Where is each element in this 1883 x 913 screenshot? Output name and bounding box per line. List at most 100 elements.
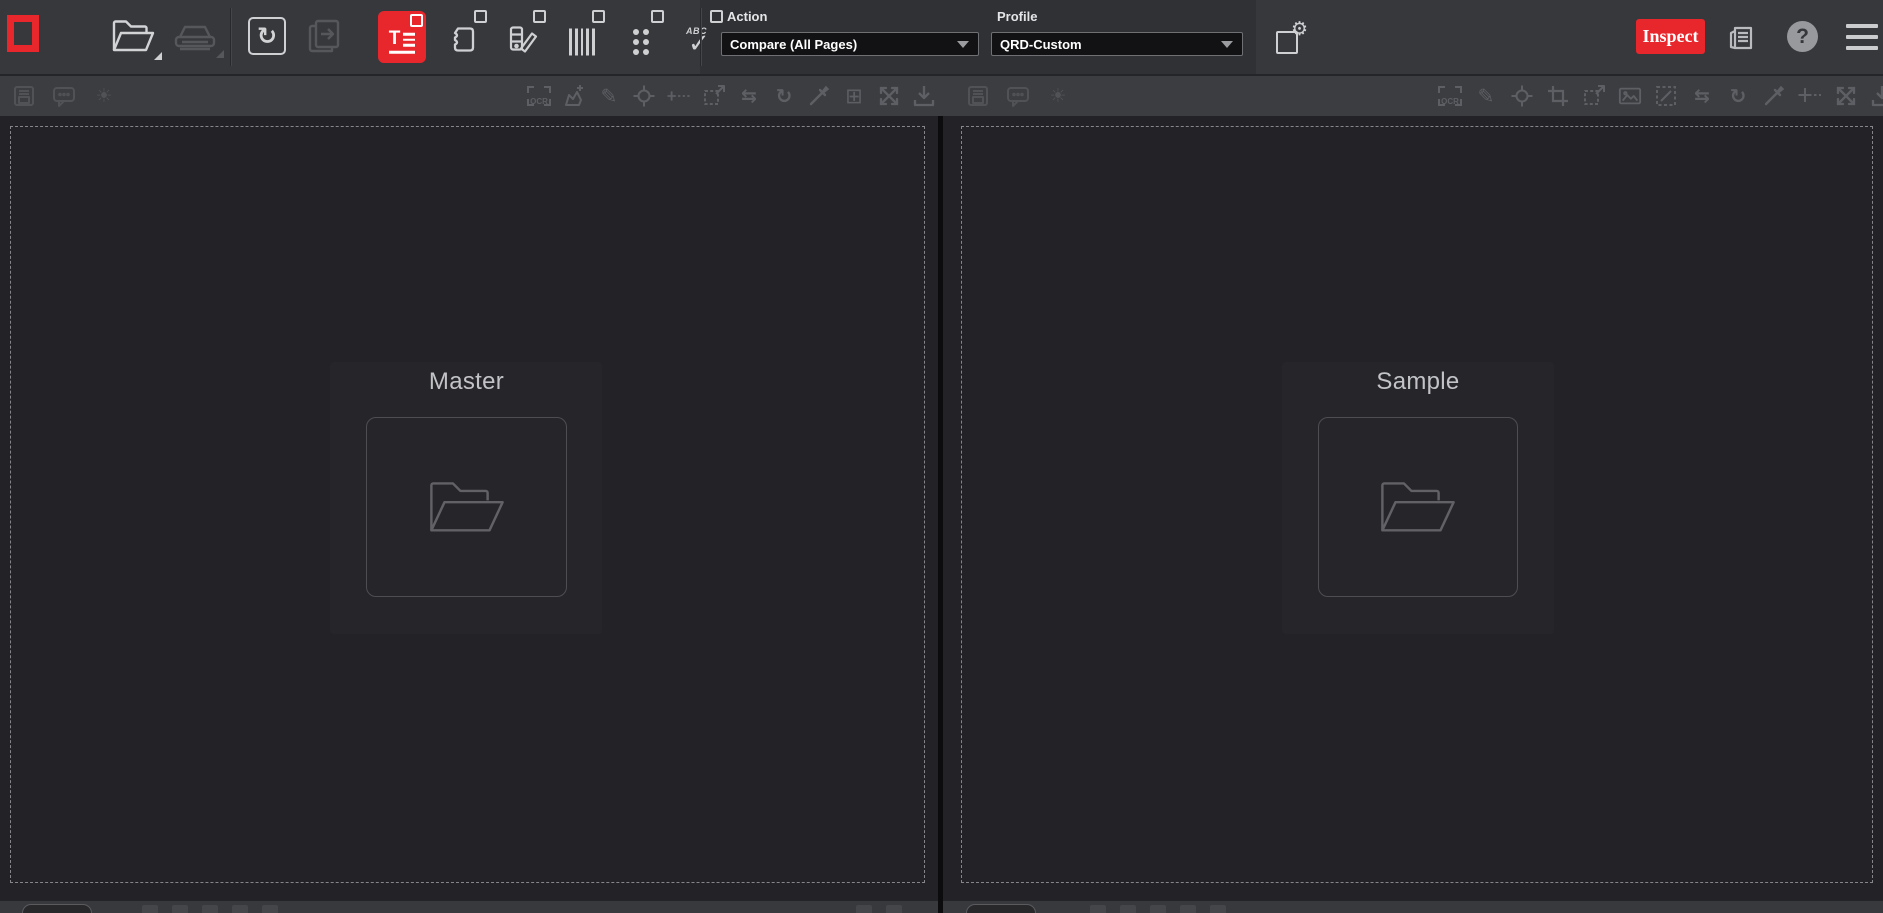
rotate-button[interactable]: ↻ bbox=[1726, 82, 1750, 110]
spelling-mode-checkbox[interactable] bbox=[710, 10, 723, 23]
sample-file-picker[interactable] bbox=[1318, 417, 1518, 597]
master-panel-tools-left: ☀ bbox=[12, 82, 116, 110]
sample-view-tool-icon[interactable] bbox=[1090, 905, 1106, 913]
pencil-icon: ✎ bbox=[601, 86, 618, 106]
mode-graphics-inspection[interactable] bbox=[443, 8, 485, 66]
ocr-button[interactable]: OCR bbox=[1438, 82, 1462, 110]
report-button[interactable] bbox=[1726, 22, 1756, 52]
scanner-icon bbox=[172, 22, 218, 52]
paste-region-button[interactable] bbox=[1582, 82, 1606, 110]
brightness-button[interactable]: ☀ bbox=[1046, 82, 1070, 110]
chevron-down-icon bbox=[1221, 41, 1233, 48]
sample-zoom-field[interactable] bbox=[966, 904, 1036, 913]
lasso-add-button[interactable] bbox=[562, 82, 586, 110]
sun-icon: ☀ bbox=[95, 87, 112, 106]
add-crosshair-button[interactable] bbox=[1798, 82, 1822, 110]
selection-region-button[interactable] bbox=[1654, 82, 1678, 110]
profile-label: Profile bbox=[997, 9, 1037, 24]
save-report-button[interactable] bbox=[966, 82, 990, 110]
mode-braille-inspection[interactable] bbox=[620, 8, 662, 66]
report-document-icon bbox=[1726, 22, 1756, 52]
color-mode-checkbox[interactable] bbox=[533, 10, 546, 23]
profile-selected-value: QRD-Custom bbox=[992, 37, 1221, 52]
action-selected-value: Compare (All Pages) bbox=[722, 37, 957, 52]
annotate-button[interactable]: ✎ bbox=[1474, 82, 1498, 110]
annotate-button[interactable]: ✎ bbox=[597, 82, 621, 110]
master-view-tool-icon[interactable] bbox=[172, 905, 188, 913]
ocr-icon: OCR bbox=[527, 86, 551, 106]
flip-button[interactable]: ⇆ bbox=[1690, 82, 1714, 110]
pencil-icon: ✎ bbox=[1478, 86, 1495, 106]
master-panel-tools-right: OCR ✎ bbox=[527, 82, 936, 110]
help-button[interactable]: ? bbox=[1787, 21, 1818, 52]
ocr-icon: OCR bbox=[1438, 86, 1462, 106]
eyedropper-button[interactable] bbox=[807, 82, 831, 110]
rotate-button[interactable]: ↻ bbox=[772, 82, 796, 110]
brightness-button[interactable]: ☀ bbox=[92, 82, 116, 110]
graphics-mode-checkbox[interactable] bbox=[474, 10, 487, 23]
paste-region-button[interactable] bbox=[702, 82, 726, 110]
convert-files-button[interactable]: ↻ bbox=[248, 17, 286, 55]
menu-bar bbox=[1846, 24, 1878, 28]
save-report-button[interactable] bbox=[12, 82, 36, 110]
mode-text-inspection[interactable]: T bbox=[378, 11, 426, 63]
folder-dropdown-arrow-icon[interactable] bbox=[154, 52, 162, 60]
folder-open-icon bbox=[422, 472, 512, 543]
mode-barcode-inspection[interactable] bbox=[561, 8, 603, 66]
profile-select[interactable]: QRD-Custom bbox=[991, 32, 1243, 56]
measure-button[interactable] bbox=[667, 82, 691, 110]
master-page-nav-icon[interactable] bbox=[886, 905, 902, 913]
master-zoom-field[interactable] bbox=[22, 904, 92, 913]
gear-icon: ⚙ bbox=[1291, 20, 1308, 39]
barcode-icon bbox=[569, 28, 595, 55]
master-view-tool-icon[interactable] bbox=[202, 905, 218, 913]
sample-panel-tools-left: ☀ bbox=[966, 82, 1070, 110]
inspect-button[interactable]: Inspect bbox=[1636, 19, 1705, 54]
flip-icon: ⇆ bbox=[1694, 87, 1710, 106]
app-logo-icon bbox=[7, 15, 39, 52]
scanner-dropdown-arrow-icon[interactable] bbox=[216, 50, 224, 58]
mode-color-inspection[interactable] bbox=[502, 8, 544, 66]
profile-settings-button[interactable]: ⚙ bbox=[1276, 24, 1306, 54]
sample-view-tool-icon[interactable] bbox=[1180, 905, 1196, 913]
plus-box-icon: ⊞ bbox=[845, 86, 863, 107]
image-region-button[interactable] bbox=[1618, 82, 1642, 110]
ocr-button[interactable]: OCR bbox=[527, 82, 551, 110]
sample-view-tool-icon[interactable] bbox=[1210, 905, 1226, 913]
crop-button[interactable] bbox=[1546, 82, 1570, 110]
master-view-tool-icon[interactable] bbox=[142, 905, 158, 913]
registration-button[interactable] bbox=[1510, 82, 1534, 110]
main-toolbar: ↻ T bbox=[0, 0, 1883, 74]
sample-view-tool-icon[interactable] bbox=[1120, 905, 1136, 913]
barcode-mode-checkbox[interactable] bbox=[592, 10, 605, 23]
expand-button[interactable] bbox=[877, 82, 901, 110]
folder-open-icon bbox=[110, 18, 156, 54]
app-window: ↻ T bbox=[0, 0, 1883, 913]
export-image-button[interactable] bbox=[1870, 82, 1883, 110]
color-swatch-pencil-icon bbox=[508, 24, 538, 59]
text-mode-checkbox[interactable] bbox=[410, 14, 423, 27]
sample-view-tool-icon[interactable] bbox=[1150, 905, 1166, 913]
registration-button[interactable] bbox=[632, 82, 656, 110]
braille-icon bbox=[633, 29, 649, 55]
comment-button[interactable] bbox=[52, 82, 76, 110]
eyedropper-button[interactable] bbox=[1762, 82, 1786, 110]
comment-button[interactable] bbox=[1006, 82, 1030, 110]
copy-pages-button[interactable] bbox=[306, 17, 346, 55]
export-image-button[interactable] bbox=[912, 82, 936, 110]
scan-button[interactable] bbox=[172, 22, 218, 52]
expand-button[interactable] bbox=[1834, 82, 1858, 110]
pages-arrow-icon bbox=[306, 17, 346, 55]
add-region-button[interactable]: ⊞ bbox=[842, 82, 866, 110]
master-file-picker[interactable] bbox=[366, 417, 567, 597]
flip-button[interactable]: ⇆ bbox=[737, 82, 761, 110]
master-view-tool-icon[interactable] bbox=[262, 905, 278, 913]
master-page-nav-icon[interactable] bbox=[856, 905, 872, 913]
question-icon: ? bbox=[1796, 25, 1809, 49]
hamburger-menu-button[interactable] bbox=[1846, 24, 1878, 50]
action-select[interactable]: Compare (All Pages) bbox=[721, 32, 979, 56]
sun-icon: ☀ bbox=[1049, 87, 1066, 106]
open-file-button[interactable] bbox=[110, 18, 156, 54]
master-view-tool-icon[interactable] bbox=[232, 905, 248, 913]
braille-mode-checkbox[interactable] bbox=[651, 10, 664, 23]
